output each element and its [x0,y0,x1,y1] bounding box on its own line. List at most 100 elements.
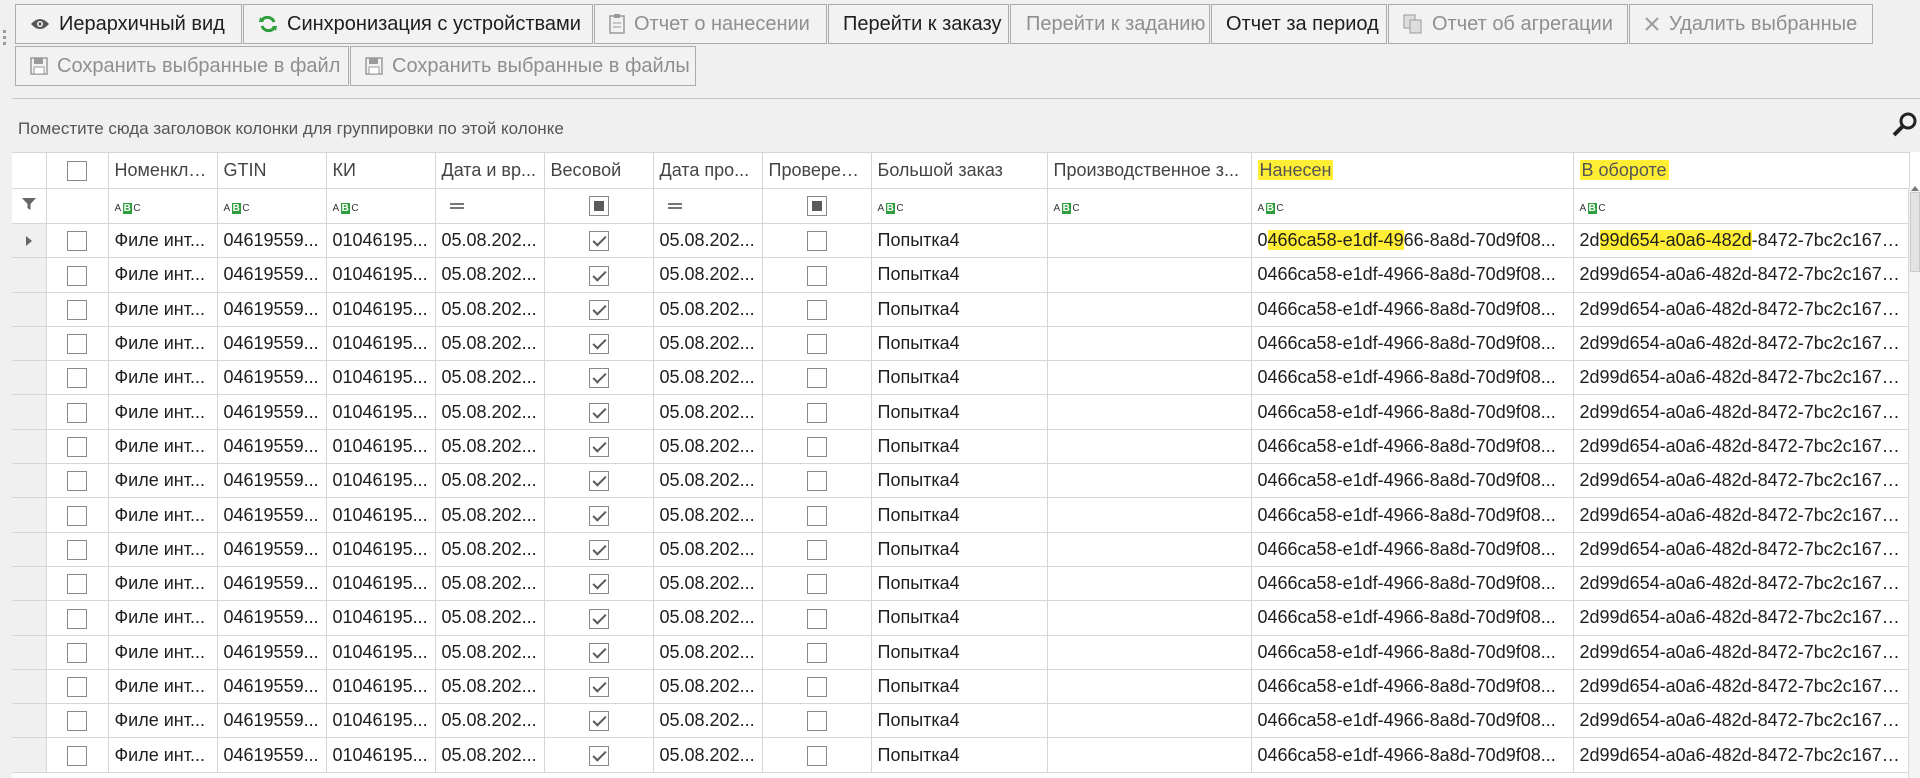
column-header-in-circulation[interactable]: В обороте [1573,152,1910,189]
cell-weighted[interactable] [544,326,654,362]
cell-in-circulation[interactable]: 2d99d654-a0a6-482d-8472-7bc2c1672... [1573,292,1910,327]
weighted-checkbox[interactable] [588,368,609,389]
filter-cell-nomenclature[interactable]: ABC [108,188,218,224]
cell-nomenclature[interactable]: Филе инт... [108,292,218,327]
column-header-weighted[interactable]: Весовой [544,152,654,189]
cell-ki[interactable]: 01046195... [326,360,436,396]
cell-date-time[interactable]: 05.08.202... [435,497,545,533]
cell-checked[interactable] [762,669,872,705]
checked-checkbox[interactable] [806,642,827,663]
filter-cell-in-circulation[interactable]: ABC [1573,188,1910,224]
cell-checked[interactable] [762,257,872,293]
cell-checked[interactable] [762,635,872,670]
cell-big-order[interactable]: Попытка4 [871,566,1048,602]
cell-date-prod[interactable]: 05.08.202... [653,600,763,636]
cell-in-circulation[interactable]: 2d99d654-a0a6-482d-8472-7bc2c1672... [1573,223,1910,259]
checked-checkbox[interactable] [806,368,827,389]
cell-prod-task[interactable] [1047,669,1252,705]
table-row[interactable]: Филе инт... 04619559... 01046195... 05.08.2… [12,292,1910,327]
cell-gtin[interactable]: 04619559... [217,703,327,739]
table-row[interactable]: Филе инт... 04619559... 01046195... 05.08.2… [12,360,1910,396]
cell-big-order[interactable]: Попытка4 [871,532,1048,567]
application-report-button[interactable]: Отчет о нанесении [594,4,827,44]
cell-date-time[interactable]: 05.08.202... [435,600,545,636]
cell-nomenclature[interactable]: Филе инт... [108,532,218,567]
cell-checked[interactable] [762,360,872,396]
checked-checkbox[interactable] [806,437,827,458]
group-by-panel[interactable]: Поместите сюда заголовок колонки для гру… [12,98,1920,155]
table-row[interactable]: Филе инт... 04619559... 01046195... 05.08.2… [12,669,1910,705]
cell-date-prod[interactable]: 05.08.202... [653,463,763,499]
cell-prod-task[interactable] [1047,463,1252,499]
cell-weighted[interactable] [544,600,654,636]
go-to-order-button[interactable]: Перейти к заказу [828,4,1009,44]
cell-big-order[interactable]: Попытка4 [871,703,1048,739]
cell-big-order[interactable]: Попытка4 [871,292,1048,327]
cell-weighted[interactable] [544,566,654,602]
cell-gtin[interactable]: 04619559... [217,360,327,396]
cell-date-prod[interactable]: 05.08.202... [653,223,763,259]
cell-ki[interactable]: 01046195... [326,326,436,362]
scrollbar-thumb[interactable] [1910,192,1920,272]
cell-ki[interactable]: 01046195... [326,292,436,327]
checked-checkbox[interactable] [806,471,827,492]
aggregation-report-button[interactable]: Отчет об агрегации [1388,4,1628,44]
cell-gtin[interactable]: 04619559... [217,292,327,327]
cell-ki[interactable]: 01046195... [326,497,436,533]
cell-in-circulation[interactable]: 2d99d654-a0a6-482d-8472-7bc2c1672... [1573,600,1910,636]
column-header-date-time[interactable]: Дата и вр... [435,152,545,189]
cell-checked[interactable] [762,463,872,499]
cell-applied[interactable]: 0466ca58-e1df-4966-8a8d-70d9f08... [1251,360,1574,396]
filter-cell-big-order[interactable]: ABC [871,188,1048,224]
row-select-checkbox[interactable] [67,437,87,458]
checked-filter-checkbox[interactable] [806,195,827,216]
row-select-cell[interactable] [46,497,109,533]
cell-gtin[interactable]: 04619559... [217,257,327,293]
cell-weighted[interactable] [544,532,654,567]
checked-checkbox[interactable] [806,745,827,766]
cell-gtin[interactable]: 04619559... [217,497,327,533]
row-select-cell[interactable] [46,532,109,567]
cell-date-prod[interactable]: 05.08.202... [653,669,763,705]
cell-nomenclature[interactable]: Филе инт... [108,223,218,259]
sync-devices-button[interactable]: Синхронизация с устройствами [243,4,593,44]
weighted-checkbox[interactable] [588,231,609,252]
cell-nomenclature[interactable]: Филе инт... [108,635,218,670]
row-select-cell[interactable] [46,429,109,465]
cell-big-order[interactable]: Попытка4 [871,463,1048,499]
filter-cell-applied[interactable]: ABC [1251,188,1574,224]
weighted-checkbox[interactable] [588,539,609,560]
table-row[interactable]: Филе инт... 04619559... 01046195... 05.08.2… [12,566,1910,602]
cell-prod-task[interactable] [1047,600,1252,636]
cell-prod-task[interactable] [1047,326,1252,362]
cell-applied[interactable]: 0466ca58-e1df-4966-8a8d-70d9f08... [1251,497,1574,533]
cell-nomenclature[interactable]: Филе инт... [108,669,218,705]
cell-date-prod[interactable]: 05.08.202... [653,532,763,567]
row-select-cell[interactable] [46,737,109,773]
weighted-checkbox[interactable] [588,265,609,286]
weighted-checkbox[interactable] [588,608,609,629]
cell-in-circulation[interactable]: 2d99d654-a0a6-482d-8472-7bc2c1672... [1573,429,1910,465]
weighted-checkbox[interactable] [588,677,609,698]
cell-date-time[interactable]: 05.08.202... [435,566,545,602]
search-icon[interactable] [1892,111,1918,143]
cell-weighted[interactable] [544,223,654,259]
cell-weighted[interactable] [544,394,654,430]
row-select-cell[interactable] [46,703,109,739]
cell-prod-task[interactable] [1047,566,1252,602]
cell-checked[interactable] [762,394,872,430]
cell-in-circulation[interactable]: 2d99d654-a0a6-482d-8472-7bc2c1672... [1573,394,1910,430]
weighted-checkbox[interactable] [588,642,609,663]
row-select-checkbox[interactable] [67,677,87,698]
save-selected-to-file-button[interactable]: Сохранить выбранные в файл [15,46,349,86]
table-row[interactable]: Филе инт... 04619559... 01046195... 05.08.2… [12,497,1910,533]
cell-ki[interactable]: 01046195... [326,737,436,773]
table-row[interactable]: Филе инт... 04619559... 01046195... 05.08.2… [12,600,1910,636]
cell-prod-task[interactable] [1047,497,1252,533]
cell-ki[interactable]: 01046195... [326,532,436,567]
cell-checked[interactable] [762,429,872,465]
cell-checked[interactable] [762,703,872,739]
cell-checked[interactable] [762,737,872,773]
cell-nomenclature[interactable]: Филе инт... [108,394,218,430]
column-header-prod-task[interactable]: Производственное з... [1047,152,1252,189]
